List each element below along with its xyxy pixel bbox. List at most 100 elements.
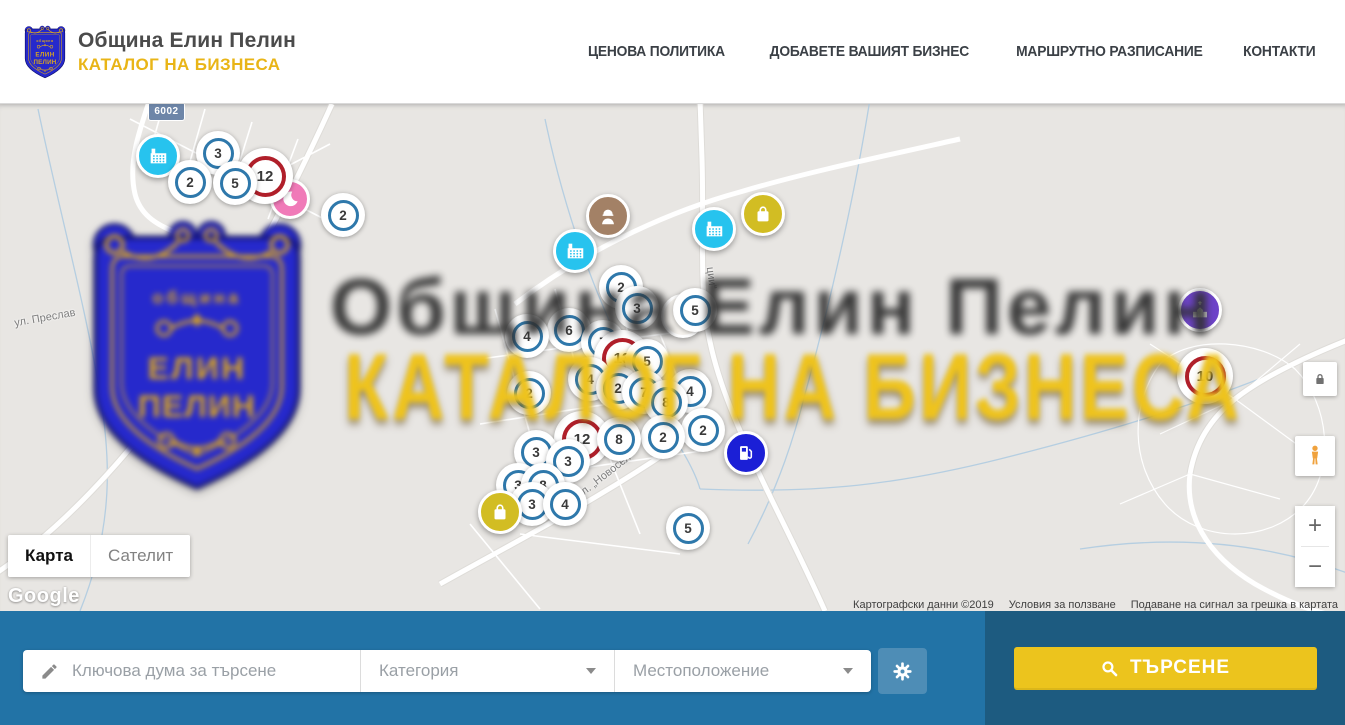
nav-pricing-policy[interactable]: ЦЕНОВА ПОЛИТИКА <box>588 43 725 60</box>
terms-link[interactable]: Условия за ползване <box>1009 599 1116 611</box>
site-title: Община Елин Пелин <box>78 29 296 53</box>
cluster-count: 5 <box>684 521 692 536</box>
cluster-count: 4 <box>523 329 531 344</box>
blue-cluster-ring: 3 <box>622 293 653 324</box>
nav-contacts[interactable]: КОНТАКТИ <box>1244 43 1316 60</box>
bag-icon <box>752 203 774 225</box>
search-action-panel: ТЪРСЕНЕ <box>985 611 1345 725</box>
blue-cluster-ring: 2 <box>688 415 719 446</box>
map-type-map-button[interactable]: Карта <box>8 535 90 577</box>
cluster-count: 5 <box>231 176 239 191</box>
zoom-in-button[interactable]: + <box>1295 506 1335 546</box>
map-type-satellite-button[interactable]: Сателит <box>90 535 190 577</box>
report-error-link[interactable]: Подаване на сигнал за грешка в картата <box>1131 599 1338 611</box>
map-copyright: Картографски данни ©2019 <box>853 599 994 611</box>
factory-icon <box>703 218 725 240</box>
cluster-count: 8 <box>662 395 670 410</box>
blue-cluster-ring: 2 <box>328 200 359 231</box>
nav-route-schedule[interactable]: МАРШРУТНО РАЗПИСАНИЕ <box>1016 43 1203 60</box>
gas-icon <box>735 442 757 464</box>
zoom-control: + − <box>1295 506 1335 587</box>
factory-pin[interactable] <box>692 207 736 251</box>
cluster-marker[interactable]: 8 <box>597 417 641 461</box>
cluster-marker[interactable]: 5 <box>666 506 710 550</box>
main-nav: ЦЕНОВА ПОЛИТИКА ДОБАВЕТЕ ВАШИЯТ БИЗНЕС М… <box>582 43 1319 60</box>
map-type-control: Карта Сателит <box>8 535 190 577</box>
map-attribution: Картографски данни ©2019 Условия за полз… <box>853 599 1338 611</box>
factory-icon <box>564 240 586 262</box>
cluster-count: 3 <box>528 497 536 512</box>
cluster-marker[interactable]: 2 <box>681 408 725 452</box>
site-logo[interactable]: Община Елин Пелин КАТАЛОГ НА БИЗНЕСА <box>22 24 296 80</box>
cluster-marker[interactable]: 2 <box>168 160 212 204</box>
cluster-count: 3 <box>214 146 222 161</box>
factory-pin[interactable] <box>553 229 597 273</box>
cluster-marker[interactable]: 2 <box>641 415 685 459</box>
search-icon <box>1100 659 1119 678</box>
pegman-icon <box>1304 443 1326 469</box>
search-bar: Категория Местоположение <box>0 611 1345 725</box>
keyword-search-input[interactable] <box>72 661 360 681</box>
bag-icon <box>489 501 511 523</box>
blue-cluster-ring: 5 <box>220 168 251 199</box>
location-dropdown[interactable]: Местоположение <box>614 650 871 692</box>
blue-cluster-ring: 2 <box>514 378 545 409</box>
search-fields-panel: Категория Местоположение <box>0 611 985 725</box>
map-markers-layer: 32125223564713542742822128333834510 <box>0 104 1345 611</box>
church-pin[interactable] <box>1178 288 1222 332</box>
cluster-count: 3 <box>633 301 641 316</box>
cluster-marker[interactable]: 2 <box>507 371 551 415</box>
google-logo[interactable]: Google <box>8 585 80 608</box>
category-dropdown[interactable]: Категория <box>360 650 614 692</box>
cluster-count: 3 <box>532 445 540 460</box>
gas-pin[interactable] <box>724 431 768 475</box>
advanced-settings-button[interactable] <box>878 648 927 694</box>
cluster-count: 2 <box>659 430 667 445</box>
location-dropdown-label: Местоположение <box>615 661 769 681</box>
chevron-down-icon <box>843 668 853 674</box>
pencil-icon <box>40 662 59 681</box>
cluster-marker[interactable]: 5 <box>673 288 717 332</box>
cluster-count: 8 <box>615 432 623 447</box>
nav-add-your-business[interactable]: ДОБАВЕТЕ ВАШИЯТ БИЗНЕС <box>770 43 969 60</box>
search-fields-group: Категория Местоположение <box>23 650 871 692</box>
chevron-down-icon <box>586 668 596 674</box>
blue-cluster-ring: 6 <box>554 315 585 346</box>
cluster-count: 5 <box>643 354 651 369</box>
bag-pin[interactable] <box>478 490 522 534</box>
blue-cluster-ring: 5 <box>680 295 711 326</box>
blue-cluster-ring: 4 <box>512 321 543 352</box>
keyword-cell <box>23 650 360 692</box>
zoom-out-button[interactable]: − <box>1295 547 1335 587</box>
church-icon <box>1189 299 1211 321</box>
cluster-marker[interactable]: 10 <box>1177 348 1233 404</box>
worker-icon <box>597 205 619 227</box>
search-button-label: ТЪРСЕНЕ <box>1130 657 1230 679</box>
search-button[interactable]: ТЪРСЕНЕ <box>1014 647 1317 690</box>
cluster-marker[interactable]: 5 <box>213 161 257 205</box>
bag-pin[interactable] <box>741 192 785 236</box>
street-view-pegman-button[interactable] <box>1295 436 1335 476</box>
cluster-count: 4 <box>561 497 569 512</box>
cluster-count: 4 <box>586 372 594 387</box>
blue-cluster-ring: 5 <box>673 513 704 544</box>
lock-icon <box>1312 371 1328 387</box>
cluster-marker[interactable]: 4 <box>505 314 549 358</box>
map-lock-button[interactable] <box>1303 362 1337 396</box>
cluster-marker[interactable]: 2 <box>321 193 365 237</box>
blue-cluster-ring: 2 <box>175 167 206 198</box>
red-cluster-ring: 10 <box>1185 356 1226 397</box>
cluster-marker[interactable]: 3 <box>615 286 659 330</box>
map-canvas[interactable]: 6002 ул. Преслав бул. „Новосел ции“ 3212… <box>0 104 1345 611</box>
cluster-count: 2 <box>699 423 707 438</box>
cluster-count: 6 <box>565 323 573 338</box>
factory-icon <box>147 145 169 167</box>
cluster-count: 10 <box>1197 368 1214 385</box>
cluster-count: 5 <box>691 303 699 318</box>
worker-pin[interactable] <box>586 194 630 238</box>
cluster-count: 3 <box>564 454 572 469</box>
gear-icon <box>891 660 914 683</box>
header: Община Елин Пелин КАТАЛОГ НА БИЗНЕСА ЦЕН… <box>0 0 1345 104</box>
blue-cluster-ring: 4 <box>550 489 581 520</box>
cluster-marker[interactable]: 4 <box>543 482 587 526</box>
